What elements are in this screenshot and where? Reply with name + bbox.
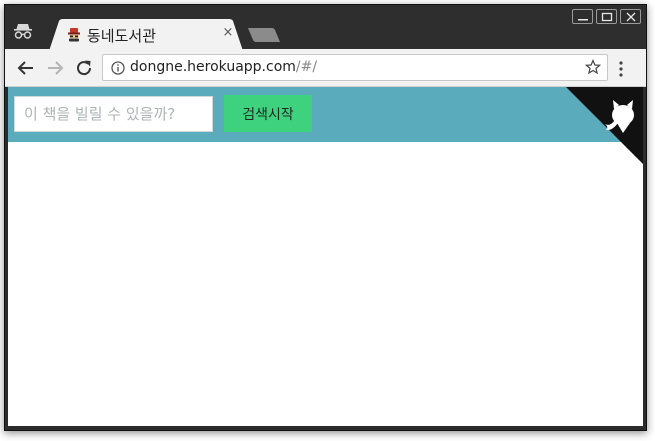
forward-arrow-icon[interactable] — [45, 58, 65, 78]
page-viewport: 검색시작 — [5, 87, 646, 430]
window-controls — [572, 9, 641, 25]
close-icon — [626, 12, 636, 22]
new-tab-button[interactable] — [248, 27, 282, 47]
github-octocat-icon — [566, 87, 646, 167]
search-header: 검색시작 — [5, 87, 646, 142]
browser-window: 동네도서관 × dongne.herokuapp.com/#/ 이 책을 빌릴 … — [4, 4, 647, 431]
tab-dongne[interactable]: 동네도서관 × — [49, 19, 243, 51]
star-icon[interactable] — [584, 58, 602, 79]
close-window-button[interactable] — [620, 9, 641, 24]
minimize-icon — [578, 19, 588, 21]
window-frame-right — [643, 87, 646, 430]
search-input[interactable] — [14, 96, 213, 132]
title-bar: 동네도서관 × — [5, 5, 646, 51]
incognito-icon — [14, 23, 32, 39]
minimize-button[interactable] — [572, 9, 593, 24]
github-corner-link[interactable] — [566, 87, 646, 171]
back-arrow-icon[interactable] — [16, 58, 36, 78]
kebab-menu-icon[interactable] — [618, 61, 624, 81]
tab-title: 동네도서관 — [87, 27, 157, 45]
url-text[interactable]: dongne.herokuapp.com/#/ — [130, 59, 317, 75]
spy-hat-icon — [67, 27, 81, 42]
reload-icon[interactable] — [74, 58, 94, 78]
url-host: dongne.herokuapp.com — [130, 59, 296, 75]
browser-toolbar: dongne.herokuapp.com/#/ — [5, 49, 646, 87]
maximize-button[interactable] — [596, 9, 617, 24]
window-frame-left — [5, 87, 8, 430]
maximize-icon — [601, 12, 613, 22]
info-icon[interactable] — [111, 60, 125, 79]
search-start-button[interactable]: 검색시작 — [224, 95, 312, 132]
url-path: /#/ — [295, 59, 318, 75]
tab-close-icon[interactable]: × — [221, 26, 235, 40]
window-frame-bottom — [5, 426, 646, 430]
address-bar[interactable]: dongne.herokuapp.com/#/ — [102, 54, 608, 81]
